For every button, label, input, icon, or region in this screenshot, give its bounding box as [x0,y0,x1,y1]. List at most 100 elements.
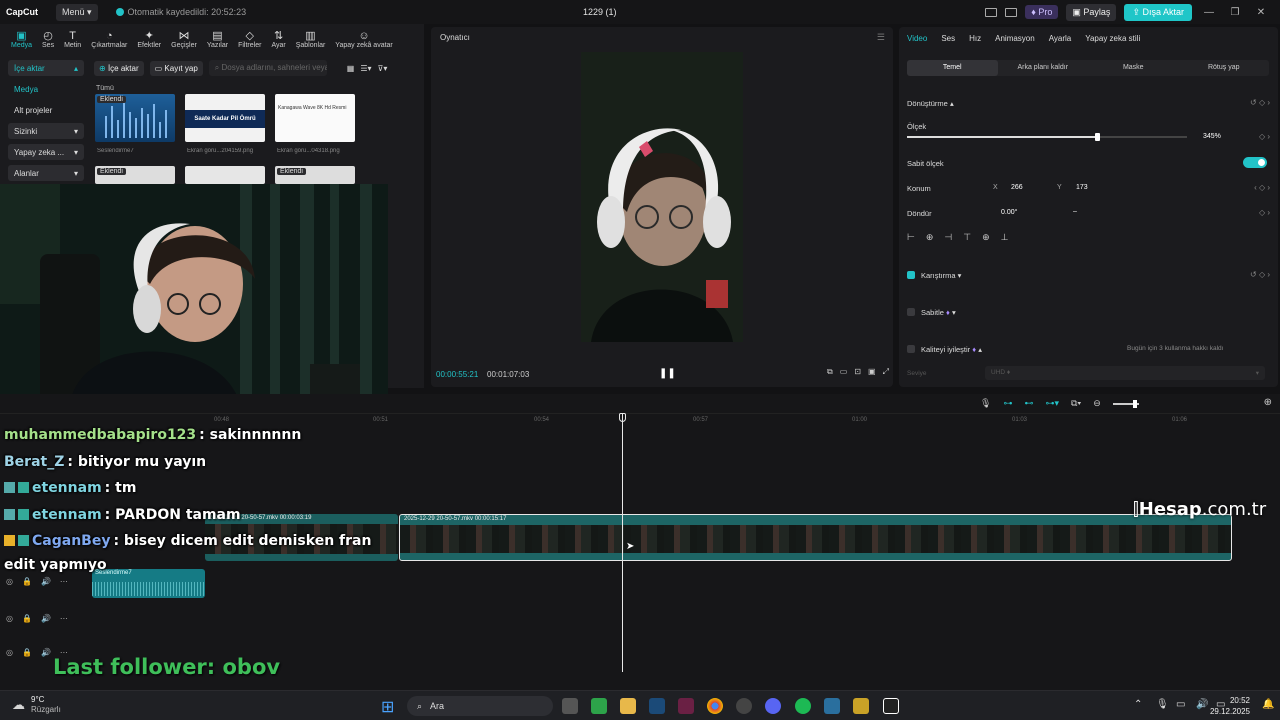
pro-button[interactable]: ♦ Pro [1025,5,1059,19]
obs-icon[interactable] [736,698,752,714]
blend-section-title[interactable]: Karıştırma ▾ [921,271,961,280]
enhance-checkbox[interactable] [907,345,915,353]
lock-icon[interactable]: 🔒 [22,614,32,623]
reset-keyframe-icon[interactable]: ↺ ◇ › [1250,98,1270,107]
focus-icon[interactable]: ⊡ [854,367,861,377]
sidebar-item-yours[interactable]: Sizinki ▾ [8,123,84,139]
filter-icon[interactable]: ⊽▾ [378,64,388,73]
tray-chevron-icon[interactable]: ⌃ [1134,699,1142,710]
timeline-ruler[interactable]: 00:48 00:51 00:54 00:57 01:00 01:03 01:0… [88,414,1280,426]
player-menu-icon[interactable]: ☰ [877,32,885,43]
volume-icon[interactable]: 🔊 [41,577,51,586]
capcut-icon[interactable] [883,698,899,714]
keyframe-icon[interactable]: ◇ › [1259,208,1270,217]
media-thumb-screenshot-2[interactable]: Kanagawa Wave 8K Hd Resmi [275,94,355,142]
microphone-tray-icon[interactable]: 🎙 [1156,699,1169,710]
zoom-slider[interactable] [1112,400,1139,408]
record-button[interactable]: ▭ Kayıt yap [149,60,203,76]
subtab-basic[interactable]: Temel [907,60,998,76]
scale-slider-handle[interactable] [1095,133,1101,141]
position-y-input[interactable]: 173 [1076,184,1088,191]
tab-text[interactable]: T Metin [59,24,86,54]
keyframe-icon[interactable]: ◇ › [1259,132,1270,141]
steam-icon[interactable] [649,698,665,714]
media-thumb[interactable] [185,166,265,184]
microphone-icon[interactable]: 🎙 [980,398,991,409]
media-thumb[interactable]: Eklendi [275,166,355,184]
export-button[interactable]: ⇪ Dışa Aktar [1124,3,1192,21]
more-icon[interactable]: ⋯ [60,577,68,586]
tab-adjust-props[interactable]: Ayarla [1049,34,1072,43]
audio-clip[interactable]: Seslendirme7 [92,569,205,598]
stabilize-section-title[interactable]: Sabitle ♦ ▾ [921,308,956,317]
pause-icon[interactable]: ❚❚ [659,368,676,379]
reset-keyframe-icon[interactable]: ↺ ◇ › [1250,270,1270,279]
aspect-ratio-icon[interactable]: ▣ [868,367,876,377]
lock-icon[interactable]: 🔒 [22,648,32,657]
keyframe-icon[interactable]: ‹ ◇ › [1254,183,1270,192]
tab-transitions[interactable]: ⋈ Geçişler [166,24,202,54]
align-left-icon[interactable]: ⊢ [907,232,915,243]
discord-icon[interactable] [765,698,781,714]
fullscreen-icon[interactable]: ⤢ [883,367,889,377]
playhead[interactable] [622,414,623,672]
tab-speed[interactable]: Hız [969,34,981,43]
media-thumb[interactable]: Eklendi [95,166,175,184]
sort-icon[interactable]: ☰▾ [360,64,371,73]
scale-value[interactable]: 345% [1203,133,1221,140]
notification-bell-icon[interactable]: 🔔 [1262,699,1274,710]
sidebar-item-media[interactable]: Medya [8,81,84,97]
network-icon[interactable]: ▭ [1176,699,1185,710]
app-icon[interactable] [853,698,869,714]
tab-stickers[interactable]: ◔ Çıkartmalar [86,24,132,54]
position-x-input[interactable]: 266 [1011,184,1023,191]
weather-widget[interactable]: ☁ 9°C Rüzgarlı [12,695,61,715]
all-filter-label[interactable]: Tümü [96,85,114,92]
visibility-icon[interactable]: ◎ [6,577,13,586]
crop-icon[interactable]: ⧉ [827,367,833,377]
taskbar-clock[interactable]: 20:52 29.12.2025 [1210,695,1250,717]
playhead-handle[interactable] [619,413,626,422]
magnet-icon[interactable]: ⊶ [1003,398,1012,409]
enhance-level-select[interactable]: UHD ♦ ▾ [985,366,1265,380]
volume-icon[interactable]: 🔊 [41,614,51,623]
tab-audio-props[interactable]: Ses [941,34,955,43]
task-view-icon[interactable] [562,698,578,714]
spotify-icon[interactable] [795,698,811,714]
visibility-icon[interactable]: ◎ [6,614,13,623]
chrome-icon[interactable] [707,698,723,714]
sidebar-item-subprojects[interactable]: Alt projeler [8,102,84,118]
subtab-retouch[interactable]: Rötuş yap [1179,60,1270,76]
uniform-scale-toggle[interactable] [1243,157,1267,168]
lock-icon[interactable]: 🔒 [22,577,32,586]
quality-icon[interactable]: ▭ [840,367,848,377]
link-icon[interactable]: ⊷ [1024,398,1033,409]
windows-start-icon[interactable]: ⊞ [381,697,394,717]
media-thumb-screenshot-1[interactable]: Saate Kadar Pil Ömrü [185,94,265,142]
maximize-icon[interactable]: ❐ [1226,7,1244,18]
tab-templates[interactable]: ▥ Şablonlar [291,24,331,54]
taskbar-search[interactable]: ⌕ Ara [407,696,553,716]
timeline-clip-selected[interactable]: 2025-12-29 20-50-57.mkv 00:00:15:17 [399,514,1232,561]
enhance-section-title[interactable]: Kaliteyi iyileştir ♦ ▴ [921,345,982,354]
sidebar-item-ai[interactable]: Yapay zeka ... ▾ [8,144,84,160]
import-button[interactable]: ⊕ İçe aktar [94,60,144,76]
media-search-input[interactable]: ⌕ Dosya adlarını, sahneleri veya... [208,60,327,76]
media-thumb-audio[interactable]: Eklendi [95,94,175,142]
scale-slider[interactable] [907,133,1187,141]
layout-icon[interactable] [985,7,998,17]
zoom-out-icon[interactable]: ⊖ [1093,398,1101,409]
tab-ai-style[interactable]: Yapay zeka stili [1085,34,1140,43]
tab-media[interactable]: ▣ Medya [6,24,37,54]
tab-ai-avatar[interactable]: ☺ Yapay zekâ avatar [330,24,397,54]
transform-section-title[interactable]: Dönüştürme ▴ [907,99,954,108]
tab-animation[interactable]: Animasyon [995,34,1035,43]
subtab-remove-bg[interactable]: Arka planı kaldır [998,60,1089,76]
volume-tray-icon[interactable]: 🔊 [1196,699,1208,710]
minecraft-icon[interactable] [591,698,607,714]
tab-adjust[interactable]: ⇅ Ayar [266,24,290,54]
tab-effects[interactable]: ✦ Efektler [132,24,166,54]
flip-button[interactable]: – [1073,208,1077,215]
subtab-mask[interactable]: Maske [1088,60,1179,76]
sidebar-item-import[interactable]: İçe aktar ▴ [8,60,84,76]
